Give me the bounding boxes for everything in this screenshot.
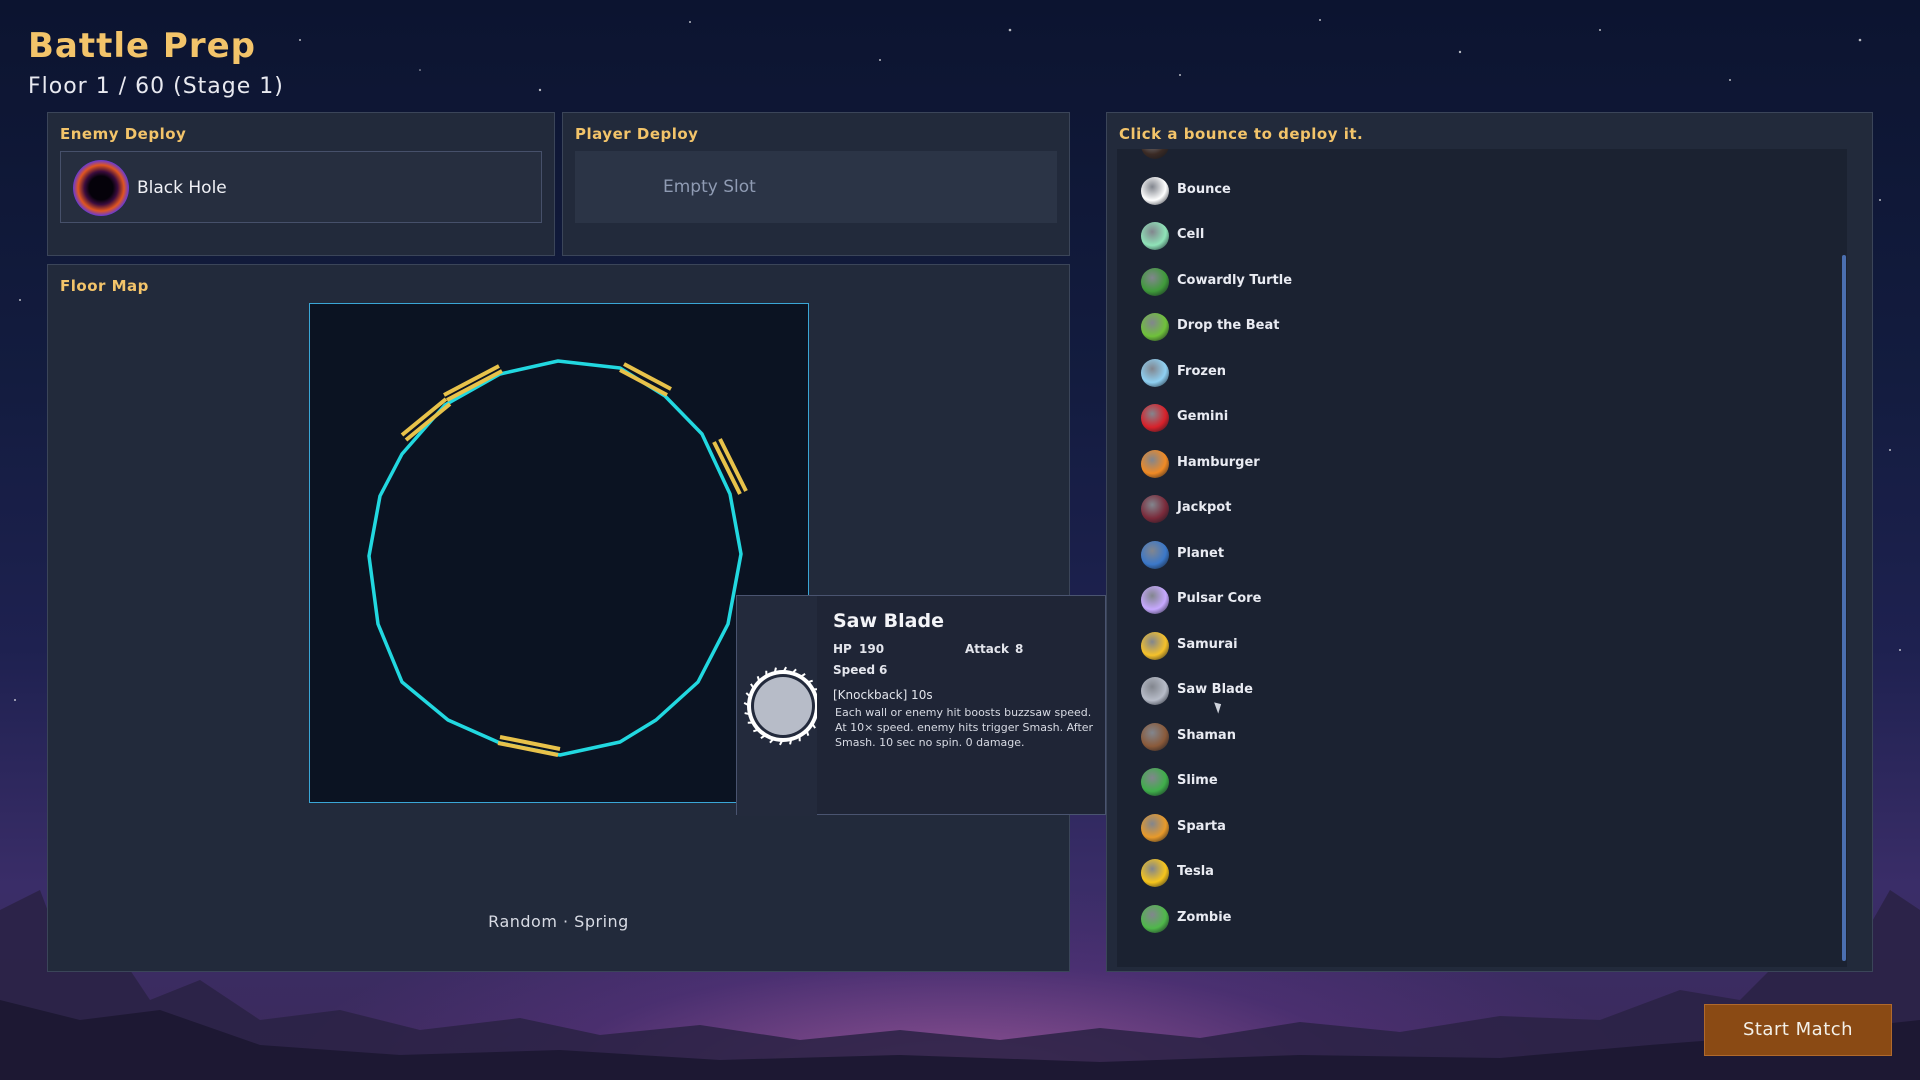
attack-stat-label: Attack [965,642,1009,656]
list-item-label: Hamburger [1177,454,1260,470]
list-item[interactable]: Frozen [1133,353,1823,393]
enemy-deploy-panel: Enemy Deploy Black Hole [47,112,555,256]
cell-icon [1141,222,1169,250]
roster-panel: Click a bounce to deploy it. Bomb Bounce C… [1106,112,1873,972]
tooltip-description: Each wall or enemy hit boosts buzzsaw sp… [835,706,1094,749]
list-item[interactable]: Slime [1133,762,1823,802]
sparta-icon [1141,813,1169,842]
attack-stat-value: 8 [1015,642,1024,656]
frozen-icon [1141,358,1169,387]
enemy-slot[interactable]: Black Hole [60,151,542,223]
list-item[interactable]: Bounce [1133,171,1823,211]
list-item-label: Saw Blade [1177,682,1253,697]
bomb-icon [1141,149,1169,159]
list-item[interactable]: Tesla [1133,853,1823,893]
hp-stat-label: HP [833,642,852,656]
list-item-label: Slime [1177,773,1218,788]
arena-ring [367,359,748,757]
list-item[interactable]: Shaman [1133,717,1823,757]
roster-instruction: Click a bounce to deploy it. [1119,125,1364,143]
list-item-label: Cell [1177,227,1205,242]
hp-stat-value: 190 [859,642,885,656]
list-item-label: Pulsar Core [1177,591,1262,606]
list-item-label: Frozen [1177,363,1227,379]
page-title: Battle Prep [28,26,256,66]
player-deploy-label: Player Deploy [575,125,699,143]
shaman-icon [1141,722,1169,751]
beat-icon [1141,313,1169,341]
list-item[interactable]: Gemini [1133,398,1823,438]
list-item[interactable]: Cell [1133,216,1823,256]
floor-indicator: Floor 1 / 60 (Stage 1) [28,74,284,99]
floor-map-label: Floor Map [60,277,149,295]
samurai-icon [1141,631,1169,660]
list-item[interactable]: Pulsar Core [1133,580,1823,620]
list-item[interactable]: Saw Blade [1133,671,1823,711]
zombie-icon [1141,904,1169,933]
gemini-icon [1141,404,1169,432]
black-hole-icon [73,160,129,216]
slime-icon [1141,768,1169,796]
list-item[interactable]: Hamburger [1133,444,1823,484]
arena-map [309,303,809,803]
tooltip-icon-area [737,596,823,816]
list-item[interactable]: Cowardly Turtle [1133,262,1823,302]
tooltip-skill: [Knockback] 10s [833,688,933,702]
empty-slot-text: Empty Slot [663,177,756,197]
enemy-deploy-label: Enemy Deploy [60,125,187,143]
start-match-button[interactable]: Start Match [1704,1004,1892,1056]
planet-icon [1141,540,1169,569]
list-item[interactable]: Bomb [1133,149,1823,165]
player-slot[interactable]: Empty Slot [575,151,1057,223]
list-item-label: Bomb [1177,149,1219,151]
list-item-label: Sparta [1177,818,1226,834]
jackpot-icon [1141,495,1169,523]
list-item-label: Planet [1177,545,1225,561]
saw-blade-icon [1141,677,1169,705]
hamburger-icon [1141,449,1169,478]
list-item-label: Shaman [1177,727,1236,743]
list-item[interactable]: Sparta [1133,808,1823,848]
list-item[interactable]: Samurai [1133,626,1823,666]
list-item-label: Samurai [1177,636,1238,652]
list-item-label: Bounce [1177,181,1231,197]
bounce-icon [1141,176,1169,205]
list-item[interactable]: Zombie [1133,899,1823,939]
saw-blade-icon [743,666,823,746]
tooltip-unit-name: Saw Blade [833,610,944,632]
pulsar-icon [1141,586,1169,614]
speed-stat-value: 6 [879,663,888,677]
list-item-label: Tesla [1177,864,1214,879]
list-item[interactable]: Jackpot [1133,489,1823,529]
list-item-label: Jackpot [1177,500,1232,515]
list-item-label: Cowardly Turtle [1177,272,1293,288]
turtle-icon [1141,267,1169,296]
roster-scrollbar[interactable] [1842,255,1846,961]
list-item[interactable]: Planet [1133,535,1823,575]
list-item[interactable]: Drop the Beat [1133,307,1823,347]
unit-tooltip: Saw Blade HP 190 Attack 8 Speed 6 [Knock… [736,595,1106,816]
list-item-label: Gemini [1177,409,1229,424]
list-item-label: Drop the Beat [1177,318,1280,333]
player-deploy-panel: Player Deploy Empty Slot [562,112,1070,256]
tesla-icon [1141,859,1169,887]
map-settings: Random · Spring [488,912,629,931]
list-item-label: Zombie [1177,909,1232,925]
speed-stat-label: Speed [833,663,876,677]
enemy-unit-name: Black Hole [137,178,227,198]
bounce-list[interactable]: Bomb Bounce Cell Cowardly Turtle Drop the Be… [1117,149,1847,967]
